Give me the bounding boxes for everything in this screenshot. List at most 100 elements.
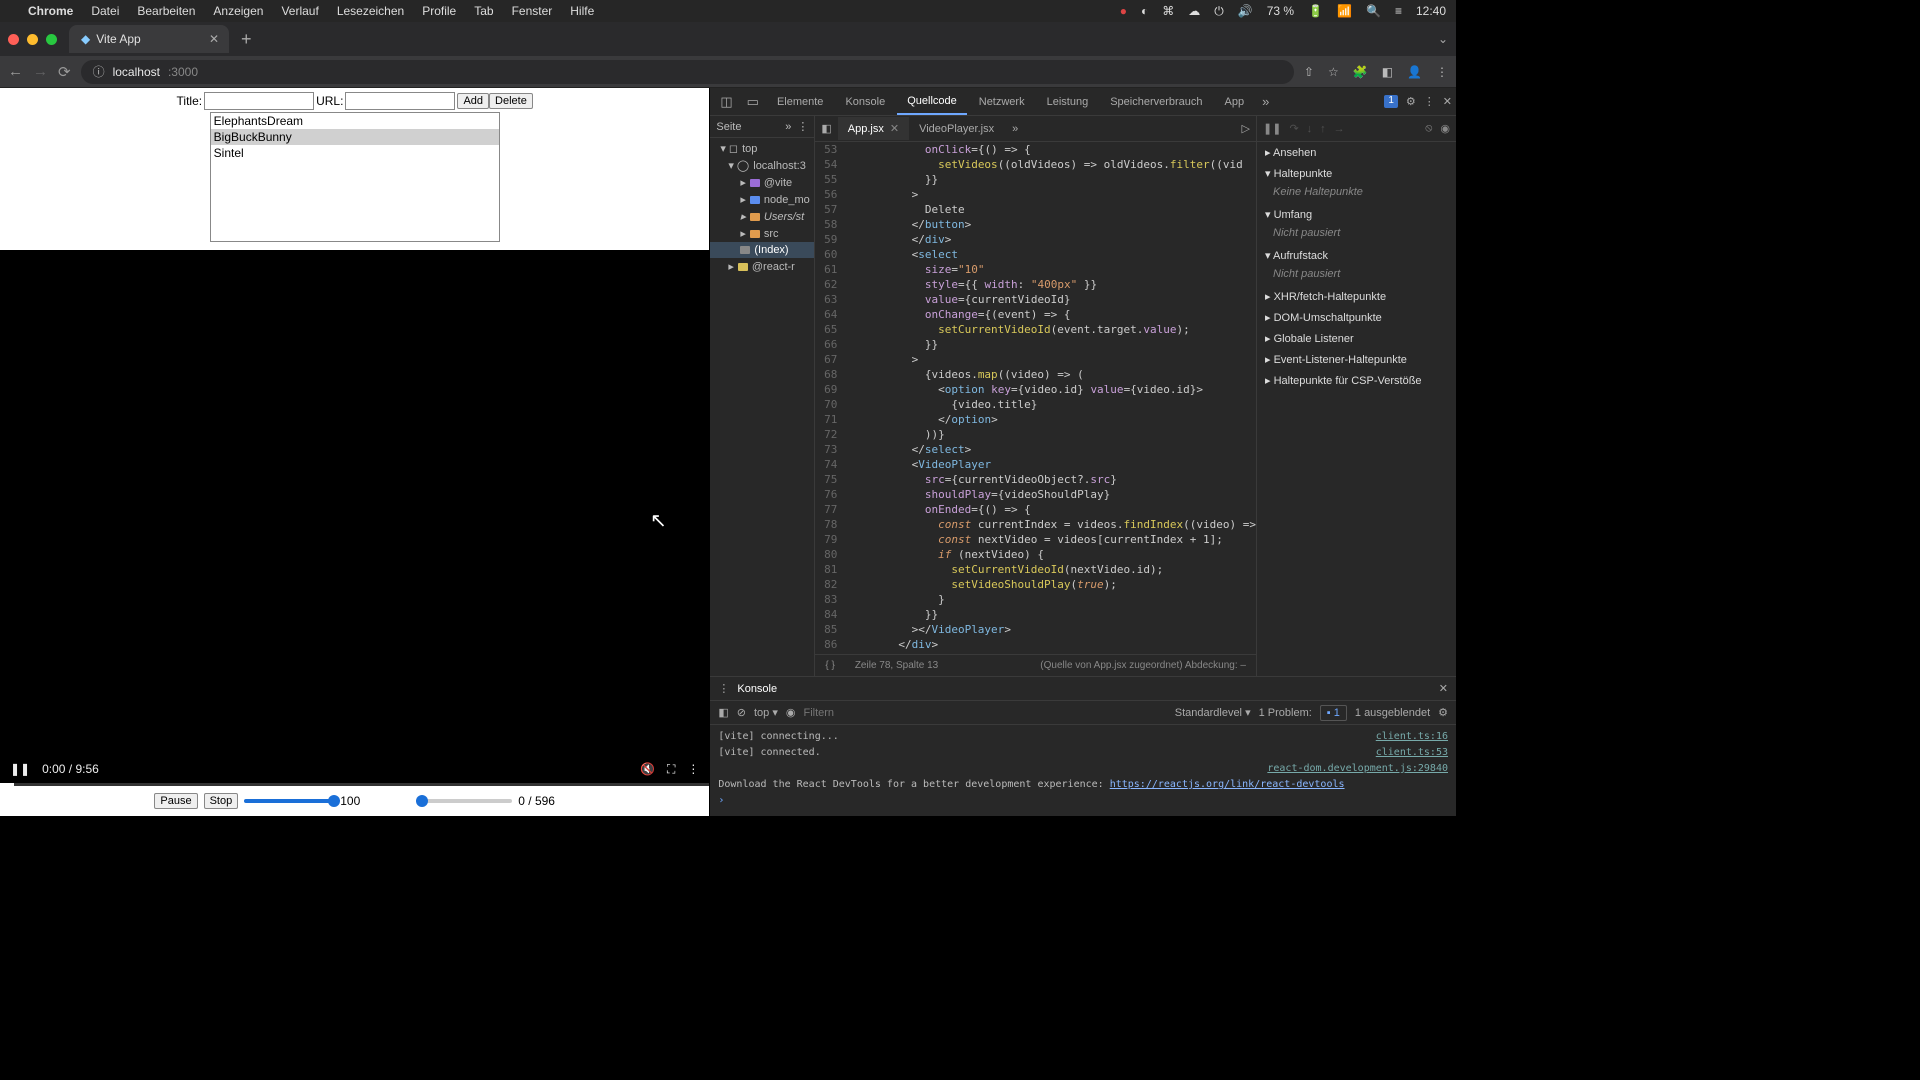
tab-netzwerk[interactable]: Netzwerk: [969, 90, 1035, 114]
file-tab-videoplayer[interactable]: VideoPlayer.jsx: [909, 118, 1004, 140]
tree-folder[interactable]: ▸ src: [710, 225, 814, 242]
deactivate-bp-icon[interactable]: ⦸: [1425, 122, 1432, 135]
menubar-app[interactable]: Chrome: [28, 4, 73, 18]
forward-button[interactable]: →: [33, 63, 48, 80]
status-icon[interactable]: ⌘: [1162, 4, 1174, 18]
pane-breakpoints[interactable]: ▾ Haltepunkte: [1257, 163, 1456, 184]
inspect-icon[interactable]: ◫: [714, 94, 738, 110]
pause-icon[interactable]: ❚❚: [1263, 122, 1281, 135]
browser-tab[interactable]: ◆ Vite App ✕: [69, 25, 229, 53]
profile-icon[interactable]: 👤: [1407, 65, 1422, 79]
tree-folder[interactable]: ▸ node_mo: [710, 191, 814, 208]
run-snippet-icon[interactable]: ▷: [1236, 122, 1256, 135]
menu-fenster[interactable]: Fenster: [512, 4, 553, 18]
pane-global[interactable]: ▸ Globale Listener: [1257, 328, 1456, 349]
side-panel-icon[interactable]: ◧: [1382, 65, 1393, 79]
kebab-icon[interactable]: ⋮: [797, 120, 808, 133]
stop-button[interactable]: Stop: [204, 793, 239, 809]
sidebar-toggle-icon[interactable]: ◧: [815, 122, 837, 135]
bookmark-icon[interactable]: ☆: [1328, 65, 1339, 79]
close-icon[interactable]: ✕: [890, 123, 899, 135]
step-icon[interactable]: →: [1334, 123, 1345, 135]
video-menu-icon[interactable]: ⋮: [687, 762, 699, 776]
drawer-menu-icon[interactable]: ⋮: [718, 682, 729, 695]
context-selector[interactable]: top ▾: [754, 706, 778, 719]
devtools-close-icon[interactable]: ✕: [1443, 95, 1452, 108]
site-info-icon[interactable]: ⓘ: [93, 63, 105, 80]
step-out-icon[interactable]: ↑: [1320, 123, 1326, 135]
tree-host[interactable]: ▾ ◯ localhost:3: [710, 157, 814, 174]
more-tabs-icon[interactable]: »: [1256, 94, 1275, 109]
console-filter-input[interactable]: [803, 707, 943, 719]
video-progress[interactable]: [0, 783, 709, 786]
extensions-icon[interactable]: 🧩: [1353, 65, 1368, 79]
url-input[interactable]: [345, 92, 455, 110]
settings-icon[interactable]: ⚙: [1406, 95, 1416, 108]
status-icon[interactable]: ●: [1120, 4, 1127, 18]
address-bar[interactable]: ⓘ localhost:3000: [81, 60, 1294, 84]
status-icon[interactable]: ◐: [1141, 4, 1148, 18]
issues-badge[interactable]: 1: [1384, 95, 1398, 108]
video-listbox[interactable]: ElephantsDream BigBuckBunny Sintel: [210, 112, 500, 242]
tab-leistung[interactable]: Leistung: [1037, 90, 1099, 114]
tree-folder[interactable]: ▸ Users/st: [710, 208, 814, 225]
code-editor[interactable]: 53 onClick={() => {54 setVideos((oldVide…: [815, 142, 1256, 654]
title-input[interactable]: [204, 92, 314, 110]
pane-scope[interactable]: ▾ Umfang: [1257, 204, 1456, 225]
drawer-tab-konsole[interactable]: Konsole: [729, 679, 785, 699]
devtools-menu-icon[interactable]: ⋮: [1424, 95, 1435, 108]
menu-tab[interactable]: Tab: [474, 4, 493, 18]
menu-hilfe[interactable]: Hilfe: [570, 4, 594, 18]
pane-csp[interactable]: ▸ Haltepunkte für CSP-Verstöße: [1257, 370, 1456, 391]
close-window-button[interactable]: [8, 34, 19, 45]
minimize-window-button[interactable]: [27, 34, 38, 45]
level-selector[interactable]: Standardlevel ▾: [1175, 706, 1251, 719]
tree-folder[interactable]: ▸ @vite: [710, 174, 814, 191]
console-settings-icon[interactable]: ⚙: [1438, 706, 1448, 719]
format-icon[interactable]: { }: [825, 660, 834, 671]
pane-callstack[interactable]: ▾ Aufrufstack: [1257, 245, 1456, 266]
battery-icon[interactable]: 🔋: [1308, 4, 1323, 18]
search-icon[interactable]: 🔍: [1366, 4, 1381, 18]
tab-app[interactable]: App: [1215, 90, 1255, 114]
control-center-icon[interactable]: ≡: [1395, 4, 1402, 18]
volume-slider[interactable]: [244, 799, 334, 803]
menu-bearbeiten[interactable]: Bearbeiten: [137, 4, 195, 18]
drawer-close-icon[interactable]: ✕: [1439, 682, 1448, 695]
tab-quellcode[interactable]: Quellcode: [897, 89, 967, 115]
share-icon[interactable]: ⇧: [1304, 65, 1314, 79]
delete-button[interactable]: Delete: [489, 93, 533, 109]
tab-speicher[interactable]: Speicherverbrauch: [1100, 90, 1212, 114]
back-button[interactable]: ←: [8, 63, 23, 80]
add-button[interactable]: Add: [457, 93, 489, 109]
step-into-icon[interactable]: ↓: [1307, 123, 1313, 135]
list-item[interactable]: BigBuckBunny: [211, 129, 499, 145]
pause-button[interactable]: Pause: [154, 793, 197, 809]
menu-datei[interactable]: Datei: [91, 4, 119, 18]
live-expr-icon[interactable]: ◉: [786, 706, 796, 719]
reload-button[interactable]: ⟳: [58, 63, 71, 81]
more-icon[interactable]: »: [785, 121, 791, 133]
tab-overflow-icon[interactable]: ⌄: [1438, 32, 1448, 46]
tree-file-index[interactable]: (Index): [710, 242, 814, 258]
pane-event[interactable]: ▸ Event-Listener-Haltepunkte: [1257, 349, 1456, 370]
pane-watch[interactable]: ▸ Ansehen: [1257, 142, 1456, 163]
fullscreen-icon[interactable]: ⛶: [667, 762, 675, 777]
tree-folder[interactable]: ▸ @react-r: [710, 258, 814, 275]
file-tab-app[interactable]: App.jsx✕: [838, 117, 909, 140]
video-player[interactable]: ↖ ❚❚ 0:00 / 9:56 🔇 ⛶ ⋮: [0, 250, 709, 786]
maximize-window-button[interactable]: [46, 34, 57, 45]
menu-profile[interactable]: Profile: [422, 4, 456, 18]
tab-elemente[interactable]: Elemente: [767, 90, 833, 114]
step-over-icon[interactable]: ↷: [1289, 122, 1298, 135]
nav-tab-seite[interactable]: Seite: [716, 121, 741, 133]
list-item[interactable]: Sintel: [211, 145, 499, 161]
sidebar-toggle-icon[interactable]: ◧: [718, 706, 728, 719]
play-pause-icon[interactable]: ❚❚: [10, 762, 30, 776]
mute-icon[interactable]: 🔇: [640, 762, 655, 776]
status-icon[interactable]: ⏻: [1214, 4, 1224, 19]
close-tab-icon[interactable]: ✕: [209, 32, 219, 46]
status-icon[interactable]: 🔊: [1238, 4, 1253, 18]
tab-konsole[interactable]: Konsole: [835, 90, 895, 114]
new-tab-button[interactable]: +: [241, 29, 252, 50]
